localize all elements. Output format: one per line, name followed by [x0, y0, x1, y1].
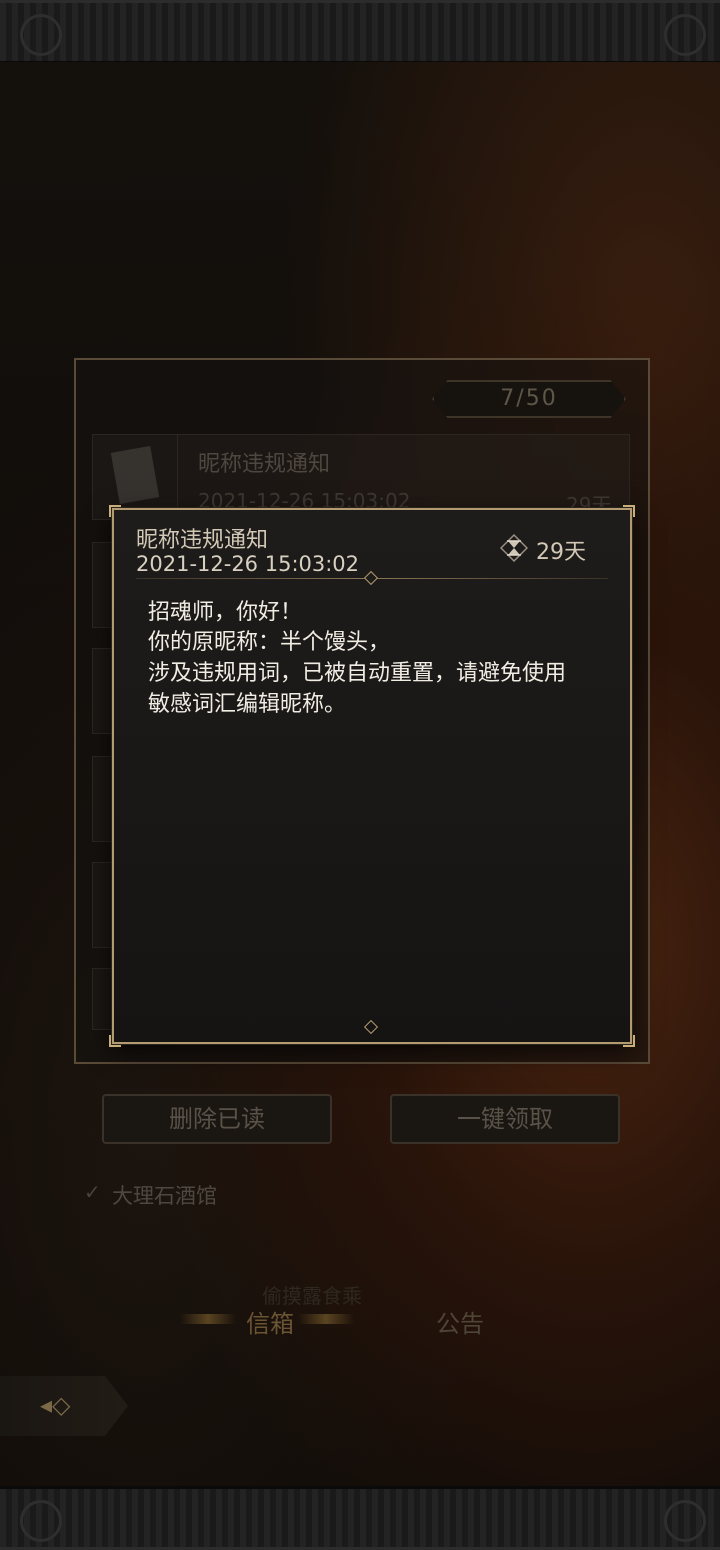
title-divider	[136, 570, 608, 586]
location-label: 大理石酒馆	[112, 1184, 217, 1208]
check-icon[interactable]: ✓	[84, 1182, 104, 1202]
back-button[interactable]: ◂◇	[0, 1376, 128, 1436]
divider-diamond	[363, 570, 379, 586]
tab-ornament-right	[298, 1314, 354, 1324]
mail-detail-popup: 昵称违规通知 2021-12-26 15:03:02 29天 招魂师，你好！ 你…	[109, 505, 635, 1047]
mail-days-remaining: 29天	[536, 540, 586, 565]
corner-ornament	[623, 1035, 635, 1047]
top-ornate-border	[0, 0, 720, 64]
ornament-swirl	[664, 1500, 706, 1542]
bottom-diamond	[363, 1019, 379, 1035]
claim-all-button[interactable]: 一键领取	[390, 1094, 620, 1144]
mail-title: 昵称违规通知	[136, 528, 269, 553]
tab-announcement[interactable]: 公告	[436, 1304, 484, 1339]
mail-date: 2021-12-26 15:03:02	[136, 552, 360, 576]
mail-item-title: 昵称违规通知	[198, 452, 331, 477]
mail-body-line: 敏感词汇编辑昵称。	[148, 692, 347, 717]
tab-ornament-left	[180, 1314, 236, 1324]
page-counter: 7/50	[432, 380, 626, 418]
corner-ornament	[109, 1035, 121, 1047]
ornament-swirl	[20, 1500, 62, 1542]
tab-mailbox[interactable]: 信箱	[246, 1304, 294, 1339]
hourglass-icon	[500, 534, 528, 562]
back-arrow-icon: ◂◇	[40, 1391, 71, 1419]
mail-body-line: 涉及违规用词，已被自动重置，请避免使用	[148, 661, 567, 686]
corner-ornament	[623, 505, 635, 517]
mail-body-line: 招魂师，你好！	[148, 600, 303, 625]
bottom-ornate-border	[0, 1486, 720, 1550]
delete-read-button[interactable]: 删除已读	[102, 1094, 332, 1144]
ornament-swirl	[664, 14, 706, 56]
ornament-swirl	[20, 14, 62, 56]
mail-body-line: 你的原昵称：半个馒头，	[148, 630, 391, 655]
corner-ornament	[109, 505, 121, 517]
